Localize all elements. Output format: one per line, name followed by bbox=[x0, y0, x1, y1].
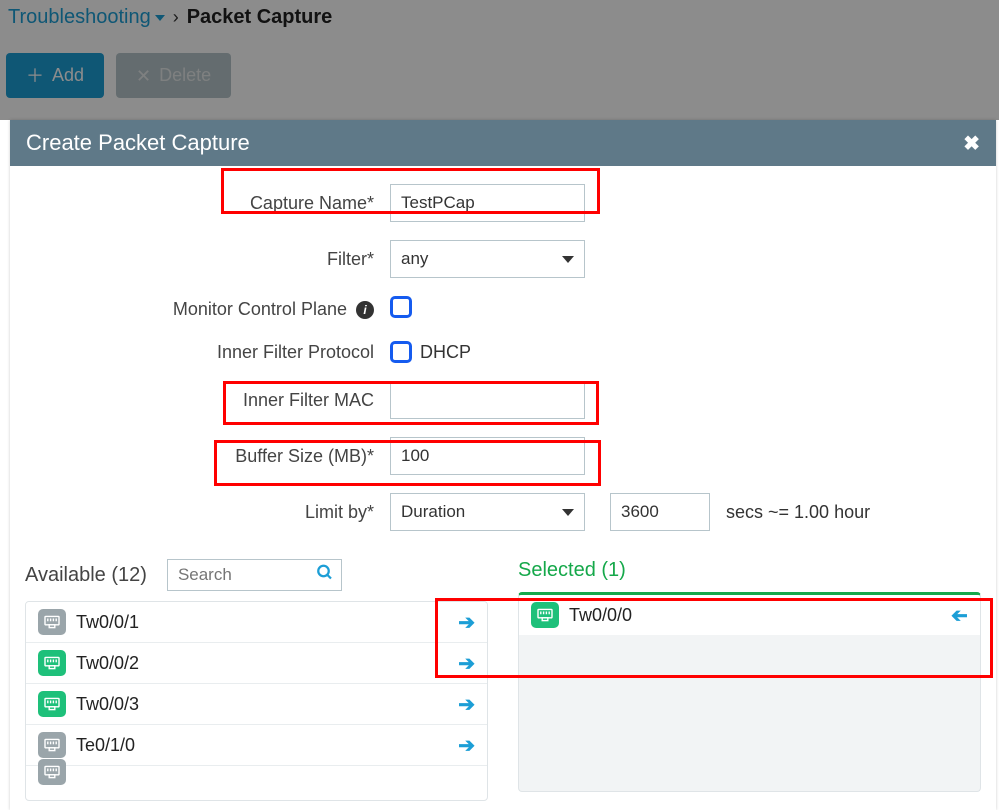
chevron-down-icon bbox=[562, 256, 574, 263]
buffer-input[interactable] bbox=[390, 437, 585, 475]
arrow-left-icon[interactable]: ➔ bbox=[951, 603, 968, 628]
interface-label: Tw0/0/2 bbox=[76, 653, 139, 674]
list-item[interactable]: Tw0/0/1 ➔ bbox=[26, 602, 487, 643]
selected-list[interactable]: Tw0/0/0 ➔ bbox=[518, 592, 981, 792]
available-column: Available (12) Tw0/0/1 ➔ Tw0/0/2 ➔ bbox=[25, 559, 488, 801]
arrow-right-icon[interactable]: ➔ bbox=[458, 651, 475, 676]
limit-hint: secs ~= 1.00 hour bbox=[726, 502, 870, 523]
ifp-dhcp-checkbox[interactable] bbox=[390, 341, 412, 363]
buffer-label: Buffer Size (MB)* bbox=[20, 446, 390, 467]
interface-label: Te0/1/0 bbox=[76, 735, 135, 756]
ethernet-port-icon bbox=[38, 609, 66, 635]
selected-column: Selected (1) Tw0/0/0 ➔ bbox=[518, 559, 981, 801]
list-item[interactable]: Tw0/0/0 ➔ bbox=[519, 595, 980, 635]
interface-label: Tw0/0/3 bbox=[76, 694, 139, 715]
row-capture-name: Capture Name* bbox=[20, 184, 986, 222]
filter-value: any bbox=[401, 249, 428, 269]
row-buffer-size: Buffer Size (MB)* bbox=[20, 437, 986, 475]
limit-mode-select[interactable]: Duration bbox=[390, 493, 585, 531]
ethernet-port-icon bbox=[38, 732, 66, 758]
modal-title: Create Packet Capture bbox=[26, 130, 250, 156]
search-wrap bbox=[167, 559, 342, 591]
chevron-down-icon bbox=[562, 509, 574, 516]
available-title: Available (12) bbox=[25, 564, 147, 587]
ethernet-port-icon bbox=[38, 759, 66, 785]
filter-select[interactable]: any bbox=[390, 240, 585, 278]
list-item[interactable]: Tw0/0/2 ➔ bbox=[26, 643, 487, 684]
row-limit-by: Limit by* Duration secs ~= 1.00 hour bbox=[20, 493, 986, 531]
list-item[interactable]: Te0/1/0 ➔ bbox=[26, 725, 487, 766]
ifp-option-label: DHCP bbox=[420, 342, 471, 363]
limit-mode-value: Duration bbox=[401, 502, 465, 522]
available-list[interactable]: Tw0/0/1 ➔ Tw0/0/2 ➔ Tw0/0/3 ➔ Te0/1/0 ➔ bbox=[25, 601, 488, 801]
selected-title: Selected (1) bbox=[518, 559, 626, 582]
filter-label: Filter* bbox=[20, 249, 390, 270]
interface-label: Tw0/0/0 bbox=[569, 605, 632, 626]
mcp-checkbox[interactable] bbox=[390, 296, 412, 318]
arrow-right-icon[interactable]: ➔ bbox=[458, 692, 475, 717]
info-icon[interactable]: i bbox=[356, 301, 374, 319]
limit-label: Limit by* bbox=[20, 502, 390, 523]
row-filter: Filter* any bbox=[20, 240, 986, 278]
ifmac-label: Inner Filter MAC bbox=[20, 390, 390, 411]
ifp-label: Inner Filter Protocol bbox=[20, 342, 390, 363]
modal-backdrop bbox=[0, 0, 999, 120]
row-inner-filter-protocol: Inner Filter Protocol DHCP bbox=[20, 341, 986, 363]
capture-name-input[interactable] bbox=[390, 184, 585, 222]
ethernet-port-icon bbox=[38, 650, 66, 676]
form: Capture Name* Filter* any Monitor Contro… bbox=[10, 166, 996, 531]
capture-name-label: Capture Name* bbox=[20, 193, 390, 214]
modal-header: Create Packet Capture ✖ bbox=[10, 120, 996, 166]
list-item[interactable]: Tw0/0/3 ➔ bbox=[26, 684, 487, 725]
interface-picker: Available (12) Tw0/0/1 ➔ Tw0/0/2 ➔ bbox=[10, 549, 996, 801]
search-icon[interactable] bbox=[316, 564, 334, 587]
mcp-label: Monitor Control Plane i bbox=[20, 299, 390, 320]
row-inner-filter-mac: Inner Filter MAC bbox=[20, 381, 986, 419]
close-icon[interactable]: ✖ bbox=[963, 131, 980, 156]
interface-label: Tw0/0/1 bbox=[76, 612, 139, 633]
ifmac-input[interactable] bbox=[390, 381, 585, 419]
limit-value-input[interactable] bbox=[610, 493, 710, 531]
row-monitor-control-plane: Monitor Control Plane i bbox=[20, 296, 986, 323]
arrow-right-icon[interactable]: ➔ bbox=[458, 610, 475, 635]
create-packet-capture-modal: Create Packet Capture ✖ Capture Name* Fi… bbox=[10, 120, 996, 810]
ethernet-port-icon bbox=[38, 691, 66, 717]
ethernet-port-icon bbox=[531, 602, 559, 628]
arrow-right-icon[interactable]: ➔ bbox=[458, 733, 475, 758]
